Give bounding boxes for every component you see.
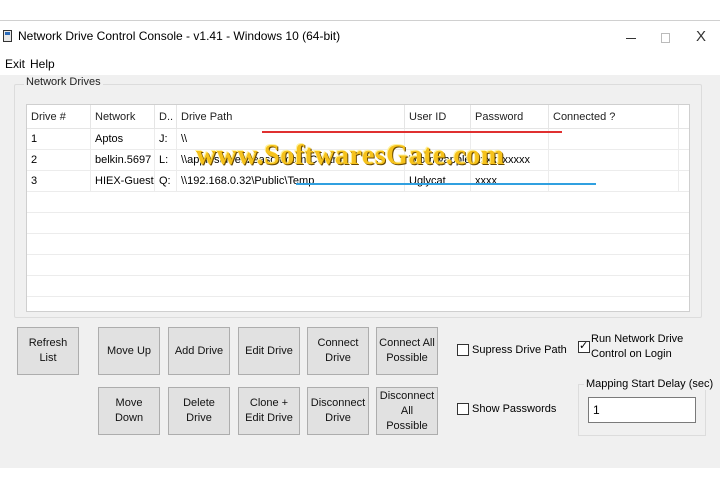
close-button[interactable]: X — [688, 25, 714, 49]
cell-user-id: Uglycat — [405, 171, 471, 192]
header-user-id[interactable]: User ID — [405, 105, 471, 129]
close-icon: X — [695, 28, 706, 45]
cell-filler — [679, 129, 689, 150]
minimize-icon — [626, 37, 636, 39]
run-on-login-label[interactable]: Run Network Drive Control on Login — [591, 332, 711, 362]
list-header: Drive # Network D.. Drive Path User ID P… — [27, 105, 689, 129]
menu-exit[interactable]: Exit — [5, 57, 25, 71]
cell-drive-number: 1 — [27, 129, 91, 150]
empty-row — [27, 276, 689, 297]
cell-network: Aptos — [91, 129, 155, 150]
header-network[interactable]: Network — [91, 105, 155, 129]
menu-bar: Exit Help — [0, 53, 720, 75]
add-drive-button[interactable]: Add Drive — [168, 327, 230, 375]
cell-connected — [549, 129, 679, 150]
header-password[interactable]: Password — [471, 105, 549, 129]
header-drive-letter[interactable]: D.. — [155, 105, 177, 129]
suppress-drive-path-option[interactable]: Supress Drive Path — [457, 344, 567, 356]
maximize-icon — [660, 33, 670, 44]
title-bar[interactable]: Network Drive Control Console - v1.41 - … — [0, 21, 720, 53]
move-down-button[interactable]: Move Down — [98, 387, 160, 435]
cell-password: xxxx — [471, 171, 549, 192]
cell-drive-number: 3 — [27, 171, 91, 192]
drives-list[interactable]: Drive # Network D.. Drive Path User ID P… — [26, 104, 690, 312]
cell-filler — [679, 171, 689, 192]
move-up-button[interactable]: Move Up — [98, 327, 160, 375]
watermark: www.SoftwaresGate.com — [196, 140, 505, 171]
cell-drive-letter: Q: — [155, 171, 177, 192]
watermark-red-line — [262, 131, 562, 133]
suppress-drive-path-checkbox[interactable] — [457, 344, 469, 356]
show-passwords-checkbox[interactable] — [457, 403, 469, 415]
cell-connected — [549, 150, 679, 171]
app-icon — [3, 30, 12, 42]
cell-drive-path: \\192.168.0.32\Public\Temp — [177, 171, 405, 192]
header-drive-path[interactable]: Drive Path — [177, 105, 405, 129]
show-passwords-option[interactable]: Show Passwords — [457, 403, 556, 415]
header-filler — [679, 105, 689, 129]
clone-edit-drive-button[interactable]: Clone + Edit Drive — [238, 387, 300, 435]
table-row[interactable]: 3 HIEX-Guest Q: \\192.168.0.32\Public\Te… — [27, 171, 689, 192]
run-on-login-checkbox[interactable] — [578, 339, 590, 353]
mapping-delay-label: Mapping Start Delay (sec) — [584, 378, 716, 390]
refresh-list-button[interactable]: Refresh List — [17, 327, 79, 375]
connect-drive-button[interactable]: Connect Drive — [307, 327, 369, 375]
mapping-delay-input[interactable] — [588, 397, 696, 423]
show-passwords-label: Show Passwords — [472, 403, 557, 415]
window-title: Network Drive Control Console - v1.41 - … — [18, 29, 341, 43]
watermark-blue-line — [296, 183, 596, 185]
empty-row — [27, 192, 689, 213]
disconnect-all-button[interactable]: Disconnect All Possible — [376, 387, 438, 435]
header-drive-number[interactable]: Drive # — [27, 105, 91, 129]
cell-network: belkin.5697 — [91, 150, 155, 171]
minimize-button[interactable] — [618, 25, 644, 49]
edit-drive-button[interactable]: Edit Drive — [238, 327, 300, 375]
empty-row — [27, 213, 689, 234]
connect-all-button[interactable]: Connect All Possible — [376, 327, 438, 375]
cell-drive-letter: J: — [155, 129, 177, 150]
network-drives-label: Network Drives — [24, 76, 103, 88]
cell-drive-letter: L: — [155, 150, 177, 171]
cell-network: HIEX-Guest — [91, 171, 155, 192]
cell-filler — [679, 150, 689, 171]
suppress-drive-path-label: Supress Drive Path — [472, 344, 567, 356]
empty-row — [27, 234, 689, 255]
cell-drive-number: 2 — [27, 150, 91, 171]
cell-connected — [549, 171, 679, 192]
disconnect-drive-button[interactable]: Disconnect Drive — [307, 387, 369, 435]
maximize-button[interactable] — [652, 25, 678, 49]
empty-row — [27, 255, 689, 276]
header-connected[interactable]: Connected ? — [549, 105, 679, 129]
menu-help[interactable]: Help — [30, 57, 55, 71]
delete-drive-button[interactable]: Delete Drive — [168, 387, 230, 435]
